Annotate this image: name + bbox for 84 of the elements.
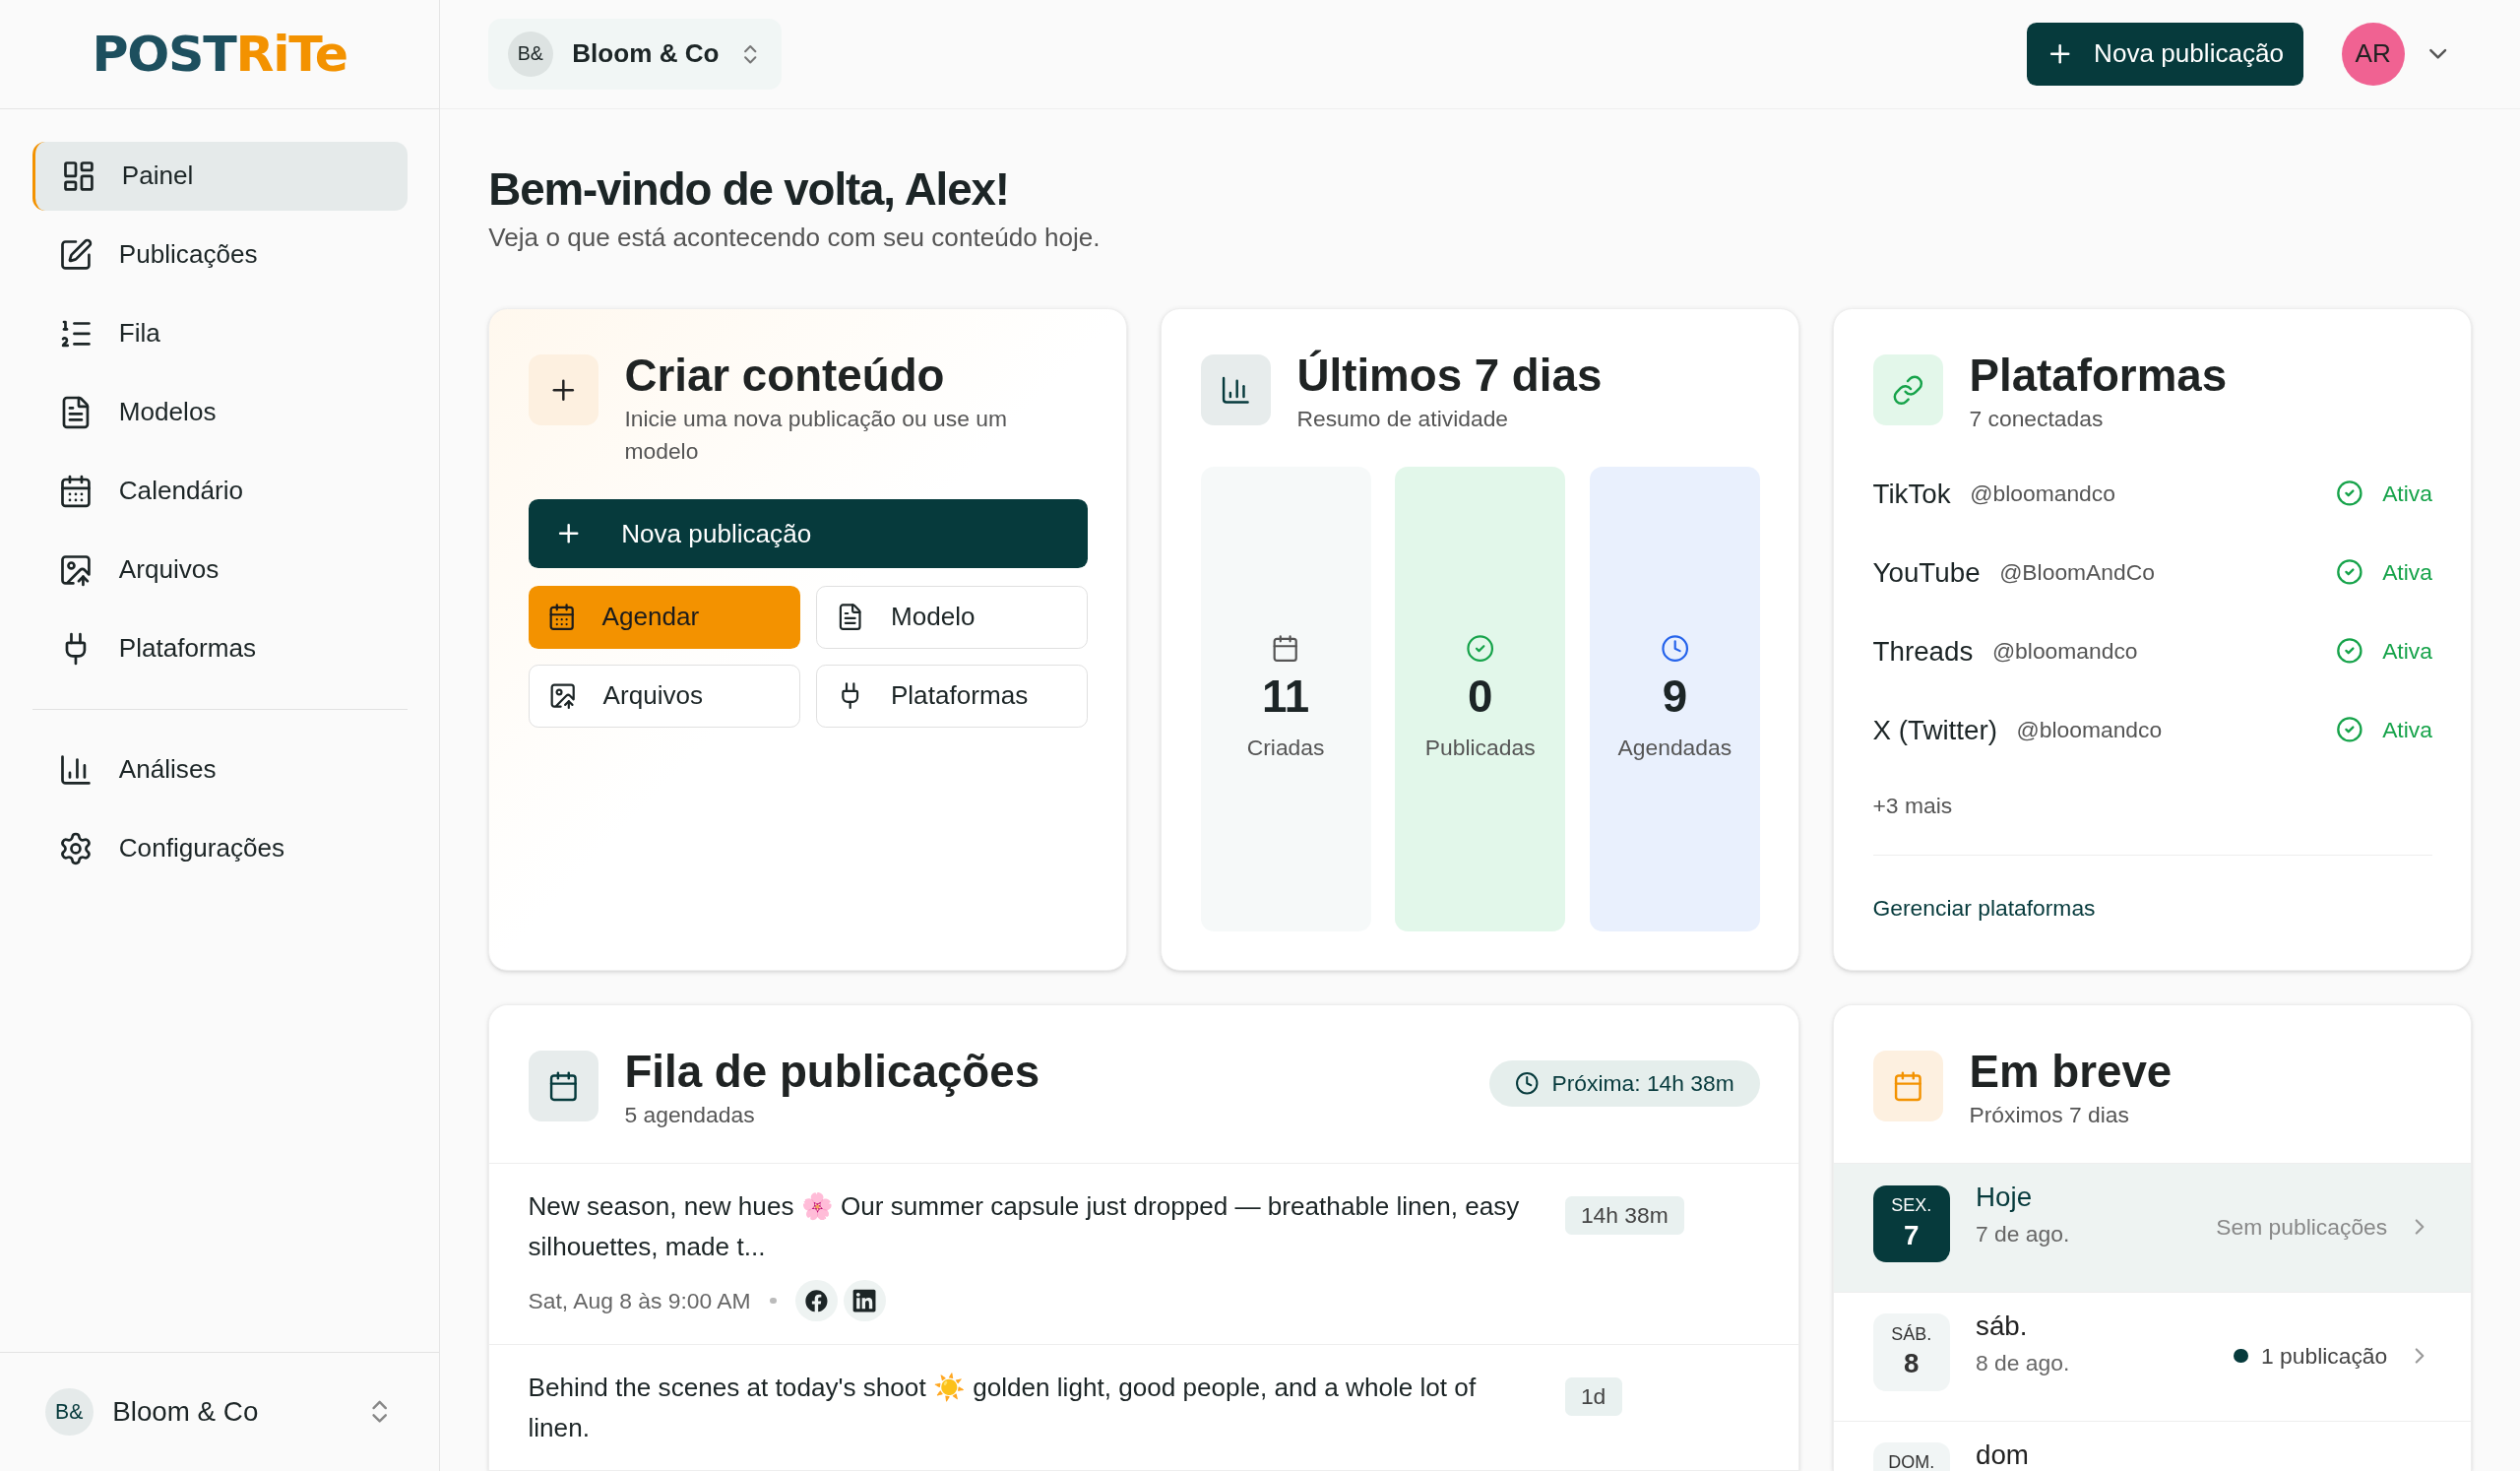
platform-handle: @BloomAndCo (1999, 558, 2155, 588)
time-badge: 1d (1564, 1376, 1622, 1416)
workspace-switcher[interactable]: B& Bloom & Co (488, 19, 783, 90)
platform-handle: @bloomandco (2016, 716, 2163, 745)
nav-item[interactable]: Fila (32, 298, 408, 368)
nav-item[interactable]: Configurações (32, 813, 408, 884)
day-row[interactable]: SEX. 7 Hoje 7 de ago. Sem publicações (1834, 1164, 2472, 1293)
platform-handle: @bloomandco (1991, 637, 2138, 667)
manage-platforms-link[interactable]: Gerenciar plataformas (1872, 894, 2096, 921)
card-title: Fila de publicações (624, 1045, 1040, 1099)
stat-value: 11 (1261, 670, 1310, 724)
day-number: 7 (1904, 1220, 1920, 1249)
platform-name: Threads (1872, 634, 1974, 669)
nav-item[interactable]: Plataformas (32, 613, 408, 683)
platform-status: Ativa (2382, 480, 2432, 509)
stat-label: Criadas (1246, 734, 1325, 762)
post-date: Sat, Aug 8 às 9:00 AM (528, 1286, 751, 1315)
more-count: +3 mais (1872, 791, 1954, 820)
user-avatar[interactable]: AR (2341, 23, 2405, 86)
card-title: Criar conteúdo (624, 349, 946, 403)
action-button[interactable]: Agendar (528, 586, 800, 649)
platform-handle: @bloomandco (1970, 480, 2115, 509)
day-date: 8 de ago. (1976, 1348, 2071, 1377)
stat-value: 9 (1662, 670, 1688, 724)
card-subtitle: Resumo de atividade (1296, 405, 1510, 434)
stat-label: Agendadas (1617, 734, 1732, 762)
day-title: sáb. (1976, 1310, 2029, 1343)
page-title: Bem-vindo de volta, Alex! (488, 163, 1010, 216)
day-row[interactable]: DOM. dom (1834, 1421, 2472, 1471)
card-title: Últimos 7 dias (1296, 349, 1603, 403)
calendar-icon (547, 1069, 580, 1103)
platform-status: Ativa (2382, 637, 2432, 667)
card-title: Em breve (1969, 1045, 2173, 1099)
calendar-icon (1271, 634, 1300, 664)
day-number: 8 (1904, 1349, 1920, 1378)
action-button[interactable]: Modelo (815, 586, 1088, 649)
card-subtitle: 7 conectadas (1969, 405, 2105, 434)
logo: POSTRiTe (92, 24, 347, 86)
platform-name: X (Twitter) (1872, 713, 1997, 747)
day-row[interactable]: SÁB. 8 sáb. 8 de ago. 1 publicação (1834, 1293, 2472, 1422)
action-button[interactable]: Arquivos (528, 665, 800, 728)
nav-item[interactable]: Modelos (32, 377, 408, 447)
weekday: DOM. (1888, 1451, 1935, 1471)
check-circle-icon (1466, 634, 1495, 664)
day-status: Sem publicações (2216, 1213, 2388, 1243)
next-post-badge: Próxima: 14h 38m (1488, 1059, 1760, 1108)
stat-label: Publicadas (1424, 734, 1536, 762)
new-post-button[interactable]: Nova publicação (2026, 23, 2303, 86)
nav-item[interactable]: Arquivos (32, 535, 408, 605)
link-icon (1892, 373, 1924, 407)
stat-value: 0 (1468, 670, 1493, 724)
nav-item[interactable]: Painel (32, 141, 408, 211)
card-subtitle: Próximos 7 dias (1969, 1101, 2130, 1130)
clock-icon (1660, 634, 1689, 664)
account-name[interactable]: Bloom & Co (112, 1391, 346, 1433)
time-badge: 14h 38m (1564, 1196, 1685, 1236)
platform-status: Ativa (2382, 558, 2432, 588)
weekday: SEX. (1891, 1194, 1932, 1218)
avatar: B& (44, 1387, 94, 1437)
card-title: Plataformas (1969, 349, 2228, 403)
workspace-name: Bloom & Co (572, 37, 720, 71)
post-text: Behind the scenes at today's shoot ☀ golden light, good people, and a whole lot of linen. (528, 1372, 1478, 1444)
avatar: B& (507, 32, 553, 77)
weekday: SÁB. (1891, 1322, 1932, 1346)
day-date: 7 de ago. (1976, 1220, 2071, 1249)
card-subtitle: Inicie uma nova publicação ou use um modelo (624, 405, 1008, 466)
day-status: 1 publicação (2260, 1341, 2388, 1371)
calendar-icon (1892, 1069, 1924, 1103)
nav-item[interactable]: Análises (32, 736, 408, 805)
new-post-button[interactable]: Nova publicação (528, 499, 1088, 569)
page-subtitle: Veja o que está acontecendo com seu conteúdo hoje. (488, 222, 1102, 254)
calendar-icon (547, 603, 577, 632)
image-upload-icon (548, 681, 578, 711)
nav-item[interactable]: Calendário (32, 456, 408, 526)
platform-name: YouTube (1872, 555, 1981, 590)
nav-item[interactable]: Publicações (32, 220, 408, 289)
card-subtitle: 5 agendadas (624, 1101, 756, 1130)
post-text: New season, new hues 🌸 Our summer capsule just dropped — breathable linen, easy silhouettes, made t... (528, 1190, 1521, 1264)
clock-icon (1514, 1071, 1540, 1096)
platform-status: Ativa (2382, 716, 2432, 745)
day-title: dom (1976, 1439, 2030, 1471)
day-title: Hoje (1976, 1182, 2034, 1214)
action-button[interactable]: Plataformas (815, 665, 1088, 728)
platform-name: TikTok (1872, 477, 1951, 511)
